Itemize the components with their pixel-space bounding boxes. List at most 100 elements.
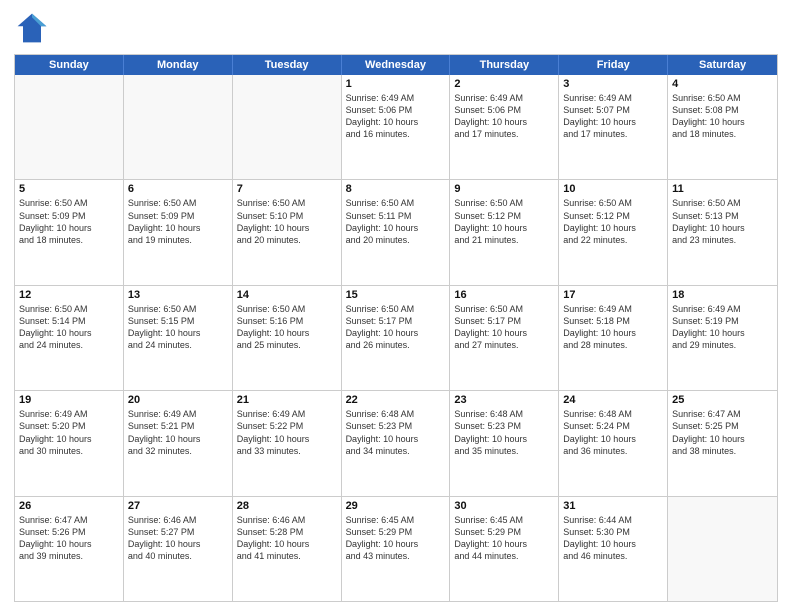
- calendar-cell-4-3: 29 Sunrise: 6:45 AM Sunset: 5:29 PM Dayli…: [342, 497, 451, 601]
- weekday-header-sunday: Sunday: [15, 55, 124, 75]
- day-number: 31: [563, 500, 663, 512]
- calendar-cell-1-0: 5Sunrise: 6:50 AM Sunset: 5:09 PM Daylig…: [15, 180, 124, 284]
- day-number: 17: [563, 289, 663, 301]
- day-info: Sunrise: 6:49 AM Sunset: 5:21 PM Dayligh…: [128, 408, 228, 457]
- calendar-cell-0-1: [124, 75, 233, 179]
- day-number: 4: [672, 78, 773, 90]
- calendar-cell-3-2: 21 Sunrise: 6:49 AM Sunset: 5:22 PM Dayli…: [233, 391, 342, 495]
- day-info: Sunrise: 6:49 AM Sunset: 5:07 PM Dayligh…: [563, 92, 663, 141]
- day-info: Sunrise: 6:50 AM Sunset: 5:11 PM Dayligh…: [346, 197, 446, 246]
- calendar-cell-3-6: 25 Sunrise: 6:47 AM Sunset: 5:25 PM Dayli…: [668, 391, 777, 495]
- weekday-header-thursday: Thursday: [450, 55, 559, 75]
- day-info: Sunrise: 6:44 AM Sunset: 5:30 PM Dayligh…: [563, 514, 663, 563]
- day-number: 8: [346, 183, 446, 195]
- calendar-row-3: 19 Sunrise: 6:49 AM Sunset: 5:20 PM Dayli…: [15, 390, 777, 495]
- day-info: Sunrise: 6:49 AM Sunset: 5:20 PM Dayligh…: [19, 408, 119, 457]
- calendar-cell-3-4: 23 Sunrise: 6:48 AM Sunset: 5:23 PM Dayli…: [450, 391, 559, 495]
- day-info: Sunrise: 6:50 AM Sunset: 5:16 PM Dayligh…: [237, 303, 337, 352]
- weekday-header-friday: Friday: [559, 55, 668, 75]
- day-number: 7: [237, 183, 337, 195]
- day-number: 3: [563, 78, 663, 90]
- calendar-cell-4-4: 30 Sunrise: 6:45 AM Sunset: 5:29 PM Dayli…: [450, 497, 559, 601]
- weekday-header-monday: Monday: [124, 55, 233, 75]
- calendar-cell-2-6: 18 Sunrise: 6:49 AM Sunset: 5:19 PM Dayli…: [668, 286, 777, 390]
- day-info: Sunrise: 6:49 AM Sunset: 5:18 PM Dayligh…: [563, 303, 663, 352]
- day-info: Sunrise: 6:47 AM Sunset: 5:25 PM Dayligh…: [672, 408, 773, 457]
- calendar-row-4: 26 Sunrise: 6:47 AM Sunset: 5:26 PM Dayli…: [15, 496, 777, 601]
- calendar-cell-1-6: 11Sunrise: 6:50 AM Sunset: 5:13 PM Dayli…: [668, 180, 777, 284]
- day-info: Sunrise: 6:48 AM Sunset: 5:23 PM Dayligh…: [454, 408, 554, 457]
- day-info: Sunrise: 6:46 AM Sunset: 5:27 PM Dayligh…: [128, 514, 228, 563]
- day-info: Sunrise: 6:50 AM Sunset: 5:09 PM Dayligh…: [128, 197, 228, 246]
- day-number: 1: [346, 78, 446, 90]
- day-number: 22: [346, 394, 446, 406]
- day-info: Sunrise: 6:49 AM Sunset: 5:22 PM Dayligh…: [237, 408, 337, 457]
- calendar-cell-4-1: 27 Sunrise: 6:46 AM Sunset: 5:27 PM Dayli…: [124, 497, 233, 601]
- calendar-cell-0-5: 3 Sunrise: 6:49 AM Sunset: 5:07 PM Daylig…: [559, 75, 668, 179]
- day-info: Sunrise: 6:50 AM Sunset: 5:15 PM Dayligh…: [128, 303, 228, 352]
- day-number: 13: [128, 289, 228, 301]
- weekday-header-tuesday: Tuesday: [233, 55, 342, 75]
- day-info: Sunrise: 6:49 AM Sunset: 5:19 PM Dayligh…: [672, 303, 773, 352]
- calendar-cell-4-6: [668, 497, 777, 601]
- day-number: 21: [237, 394, 337, 406]
- day-number: 16: [454, 289, 554, 301]
- page: SundayMondayTuesdayWednesdayThursdayFrid…: [0, 0, 792, 612]
- calendar-cell-3-1: 20 Sunrise: 6:49 AM Sunset: 5:21 PM Dayli…: [124, 391, 233, 495]
- calendar-cell-0-3: 1 Sunrise: 6:49 AM Sunset: 5:06 PM Daylig…: [342, 75, 451, 179]
- day-info: Sunrise: 6:50 AM Sunset: 5:17 PM Dayligh…: [346, 303, 446, 352]
- calendar-cell-2-4: 16 Sunrise: 6:50 AM Sunset: 5:17 PM Dayli…: [450, 286, 559, 390]
- day-info: Sunrise: 6:50 AM Sunset: 5:09 PM Dayligh…: [19, 197, 119, 246]
- calendar-cell-2-5: 17 Sunrise: 6:49 AM Sunset: 5:18 PM Dayli…: [559, 286, 668, 390]
- day-number: 10: [563, 183, 663, 195]
- calendar-cell-0-2: [233, 75, 342, 179]
- calendar-cell-3-5: 24 Sunrise: 6:48 AM Sunset: 5:24 PM Dayli…: [559, 391, 668, 495]
- day-info: Sunrise: 6:50 AM Sunset: 5:14 PM Dayligh…: [19, 303, 119, 352]
- calendar-row-0: 1 Sunrise: 6:49 AM Sunset: 5:06 PM Daylig…: [15, 75, 777, 179]
- calendar-cell-0-4: 2 Sunrise: 6:49 AM Sunset: 5:06 PM Daylig…: [450, 75, 559, 179]
- calendar-row-1: 5Sunrise: 6:50 AM Sunset: 5:09 PM Daylig…: [15, 179, 777, 284]
- day-info: Sunrise: 6:45 AM Sunset: 5:29 PM Dayligh…: [346, 514, 446, 563]
- day-info: Sunrise: 6:50 AM Sunset: 5:13 PM Dayligh…: [672, 197, 773, 246]
- day-info: Sunrise: 6:50 AM Sunset: 5:08 PM Dayligh…: [672, 92, 773, 141]
- day-info: Sunrise: 6:45 AM Sunset: 5:29 PM Dayligh…: [454, 514, 554, 563]
- calendar: SundayMondayTuesdayWednesdayThursdayFrid…: [14, 54, 778, 602]
- day-number: 26: [19, 500, 119, 512]
- calendar-cell-1-1: 6 Sunrise: 6:50 AM Sunset: 5:09 PM Daylig…: [124, 180, 233, 284]
- calendar-cell-4-0: 26 Sunrise: 6:47 AM Sunset: 5:26 PM Dayli…: [15, 497, 124, 601]
- day-info: Sunrise: 6:50 AM Sunset: 5:17 PM Dayligh…: [454, 303, 554, 352]
- day-info: Sunrise: 6:50 AM Sunset: 5:12 PM Dayligh…: [454, 197, 554, 246]
- day-number: 23: [454, 394, 554, 406]
- day-info: Sunrise: 6:49 AM Sunset: 5:06 PM Dayligh…: [454, 92, 554, 141]
- day-info: Sunrise: 6:48 AM Sunset: 5:24 PM Dayligh…: [563, 408, 663, 457]
- calendar-cell-3-0: 19 Sunrise: 6:49 AM Sunset: 5:20 PM Dayli…: [15, 391, 124, 495]
- day-number: 25: [672, 394, 773, 406]
- day-info: Sunrise: 6:47 AM Sunset: 5:26 PM Dayligh…: [19, 514, 119, 563]
- header: [14, 10, 778, 46]
- day-number: 15: [346, 289, 446, 301]
- calendar-cell-0-0: [15, 75, 124, 179]
- calendar-cell-1-3: 8 Sunrise: 6:50 AM Sunset: 5:11 PM Daylig…: [342, 180, 451, 284]
- calendar-cell-2-0: 12Sunrise: 6:50 AM Sunset: 5:14 PM Dayli…: [15, 286, 124, 390]
- day-number: 2: [454, 78, 554, 90]
- day-info: Sunrise: 6:49 AM Sunset: 5:06 PM Dayligh…: [346, 92, 446, 141]
- day-number: 28: [237, 500, 337, 512]
- day-number: 19: [19, 394, 119, 406]
- calendar-cell-3-3: 22Sunrise: 6:48 AM Sunset: 5:23 PM Dayli…: [342, 391, 451, 495]
- day-info: Sunrise: 6:46 AM Sunset: 5:28 PM Dayligh…: [237, 514, 337, 563]
- calendar-cell-2-2: 14Sunrise: 6:50 AM Sunset: 5:16 PM Dayli…: [233, 286, 342, 390]
- day-number: 27: [128, 500, 228, 512]
- calendar-cell-1-4: 9Sunrise: 6:50 AM Sunset: 5:12 PM Daylig…: [450, 180, 559, 284]
- weekday-header-wednesday: Wednesday: [342, 55, 451, 75]
- calendar-row-2: 12Sunrise: 6:50 AM Sunset: 5:14 PM Dayli…: [15, 285, 777, 390]
- calendar-cell-2-1: 13 Sunrise: 6:50 AM Sunset: 5:15 PM Dayli…: [124, 286, 233, 390]
- day-number: 20: [128, 394, 228, 406]
- day-number: 18: [672, 289, 773, 301]
- calendar-cell-2-3: 15 Sunrise: 6:50 AM Sunset: 5:17 PM Dayli…: [342, 286, 451, 390]
- day-number: 6: [128, 183, 228, 195]
- day-number: 24: [563, 394, 663, 406]
- day-number: 29: [346, 500, 446, 512]
- calendar-cell-0-6: 4 Sunrise: 6:50 AM Sunset: 5:08 PM Daylig…: [668, 75, 777, 179]
- day-number: 30: [454, 500, 554, 512]
- calendar-body: 1 Sunrise: 6:49 AM Sunset: 5:06 PM Daylig…: [15, 75, 777, 601]
